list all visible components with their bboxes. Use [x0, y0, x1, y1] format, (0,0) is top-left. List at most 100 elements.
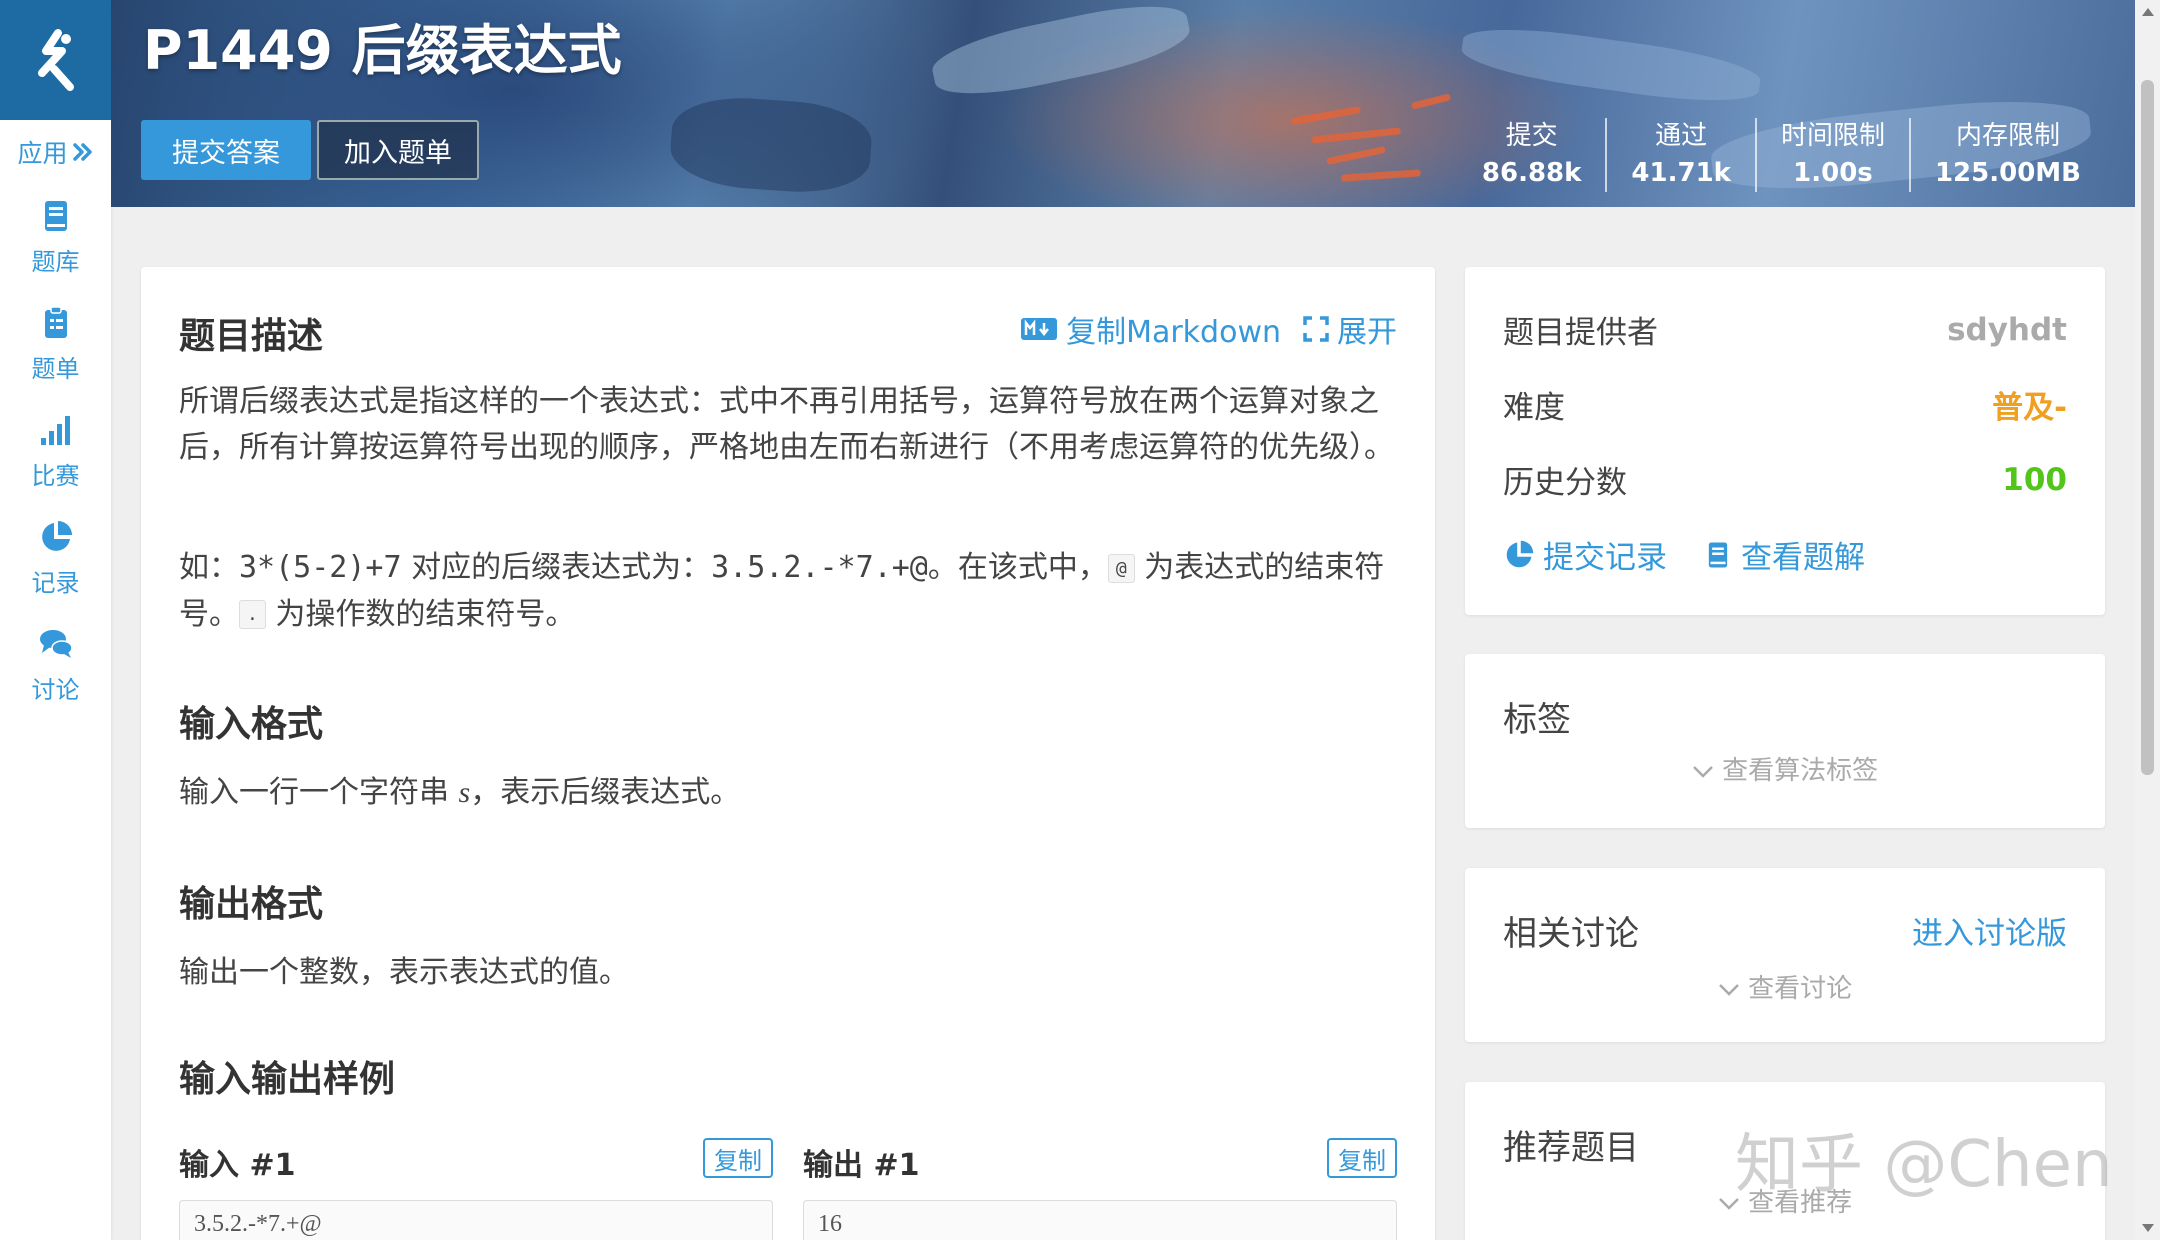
description-paragraph-1: 所谓后缀表达式是指这样的一个表达式：式中不再引用括号，运算符号放在两个运算对象之…	[179, 384, 1394, 465]
double-chevron-right-icon	[72, 143, 92, 161]
score-row: 历史分数 100	[1503, 457, 2067, 502]
toggle-label: 查看算法标签	[1722, 756, 1879, 786]
stat-submissions: 提交 86.88k	[1458, 118, 1606, 192]
sample-output-box[interactable]: 16	[803, 1200, 1397, 1240]
inline-code-at: @	[1107, 553, 1135, 583]
input-format-text: 输入一行一个字符串 s，表示后缀表达式。	[179, 770, 1394, 816]
submission-records-link[interactable]: 提交记录	[1503, 532, 1667, 577]
recommend-title: 推荐题目	[1503, 1128, 1639, 1168]
score-label: 历史分数	[1503, 465, 1627, 501]
page-title: P1449 后缀表达式	[143, 19, 622, 82]
problem-info-card: 题目提供者 sdyhdt 难度 普及- 历史分数 100 提交记录 查看题解	[1465, 267, 2105, 615]
inline-code-dot: .	[239, 600, 266, 629]
apps-label: 应用	[17, 139, 68, 168]
pie-chart-icon	[1506, 540, 1534, 567]
copy-markdown-label: 复制Markdown	[1066, 315, 1281, 350]
nav-problemset[interactable]: 题库	[0, 184, 111, 291]
nav-label: 讨论	[31, 676, 80, 704]
nav-record[interactable]: 记录	[0, 505, 111, 612]
banner-sun-reflection	[1340, 169, 1422, 182]
markdown-icon	[1021, 318, 1058, 340]
scroll-down-arrow[interactable]	[2142, 1224, 2154, 1232]
banner-sun-reflection	[1310, 127, 1402, 144]
tags-title: 标签	[1503, 700, 1571, 740]
problem-content-card: 题目描述 复制Markdown 展开 所谓后缀表达式是指这样的一个表达式：式中不…	[141, 267, 1435, 1240]
chat-bubbles-icon	[39, 630, 73, 658]
text-fragment: 。在该式中，	[927, 550, 1108, 585]
apps-menu[interactable]: 应用	[0, 120, 111, 184]
nav-label: 记录	[31, 569, 80, 597]
output-format-text: 输出一个整数，表示表达式的值。	[179, 955, 629, 990]
discussion-card: 相关讨论 进入讨论版 查看讨论	[1465, 868, 2105, 1042]
stat-accepted: 通过 41.71k	[1605, 118, 1755, 192]
banner-sun-reflection	[1410, 93, 1452, 110]
view-solutions-link[interactable]: 查看题解	[1703, 532, 1865, 577]
view-discussion-toggle[interactable]: 查看讨论	[1465, 968, 2105, 1005]
copy-input-button[interactable]: 复制	[703, 1138, 773, 1178]
scroll-up-arrow[interactable]	[2142, 8, 2154, 16]
clipboard-icon	[44, 306, 67, 338]
luogu-logo-icon	[37, 29, 74, 91]
banner-brush-stroke	[668, 93, 874, 197]
expression-infix: 3*(5-2)+7	[239, 550, 402, 585]
copy-markdown-button[interactable]: 复制Markdown	[1020, 307, 1281, 351]
stat-value: 86.88k	[1481, 158, 1582, 188]
link-label: 查看题解	[1741, 540, 1865, 576]
text-fragment: 如：	[179, 550, 239, 585]
markdown-actions: 复制Markdown 展开	[1020, 307, 1397, 351]
expand-icon	[1303, 316, 1329, 342]
add-to-list-button[interactable]: 加入题单	[317, 120, 479, 180]
page-scrollbar[interactable]	[2135, 0, 2160, 1240]
site-logo[interactable]	[0, 0, 111, 120]
provider-label: 题目提供者	[1503, 315, 1658, 351]
submit-answer-button[interactable]: 提交答案	[141, 120, 311, 180]
nav-contest[interactable]: 比赛	[0, 398, 111, 505]
stat-label: 通过	[1655, 121, 1708, 151]
problem-header-banner: P1449 后缀表达式 提交答案 加入题单 提交 86.88k 通过 41.71…	[111, 0, 2135, 207]
nav-label: 比赛	[31, 462, 80, 490]
book-icon	[1708, 542, 1728, 567]
stat-value: 41.71k	[1631, 158, 1731, 188]
description-heading: 题目描述	[179, 316, 324, 357]
scroll-thumb[interactable]	[2141, 80, 2154, 775]
stat-value: 125.00MB	[1934, 158, 2081, 188]
enter-discussion-link[interactable]: 进入讨论版	[1912, 908, 2067, 953]
bar-chart-icon	[40, 416, 70, 445]
banner-brush-stroke	[1458, 19, 1764, 111]
nav-training[interactable]: 题单	[0, 291, 111, 398]
text-fragment: ，表示后缀表达式。	[470, 775, 741, 810]
provider-value[interactable]: sdyhdt	[1947, 312, 2067, 348]
stat-label: 时间限制	[1780, 121, 1885, 151]
toggle-label: 查看讨论	[1748, 974, 1853, 1004]
chevron-down-icon	[1692, 766, 1713, 778]
text-fragment: 对应的后缀表达式为：	[401, 550, 712, 585]
stat-label: 提交	[1505, 121, 1558, 151]
input-format-heading: 输入格式	[179, 704, 324, 745]
text-fragment: 输入一行一个字符串	[179, 775, 459, 810]
zhihu-watermark: 知乎 @Chen	[1735, 1128, 2113, 1202]
left-sidebar: 应用 题库 题单 比赛 记录 讨论	[0, 0, 111, 1240]
sample-output-label: 输出 #1	[803, 1148, 920, 1183]
output-format-heading: 输出格式	[179, 884, 324, 925]
link-label: 提交记录	[1543, 540, 1667, 576]
banner-sun-reflection	[1325, 145, 1387, 166]
score-value: 100	[2002, 461, 2067, 498]
stat-label: 内存限制	[1955, 121, 2060, 151]
expand-button[interactable]: 展开	[1303, 307, 1397, 351]
sample-input-box[interactable]: 3.5.2.-*7.+@	[179, 1200, 773, 1240]
nav-discuss[interactable]: 讨论	[0, 612, 111, 719]
discussion-title: 相关讨论	[1503, 914, 1639, 954]
math-variable: s	[458, 776, 471, 809]
copy-output-button[interactable]: 复制	[1327, 1138, 1397, 1178]
stat-value: 1.00s	[1793, 158, 1873, 188]
view-tags-toggle[interactable]: 查看算法标签	[1465, 750, 2105, 787]
problem-stats: 提交 86.88k 通过 41.71k 时间限制 1.00s 内存限制 125.…	[1458, 118, 2105, 192]
banner-brush-stroke	[927, 0, 1195, 107]
provider-row: 题目提供者 sdyhdt	[1503, 307, 2067, 352]
expand-label: 展开	[1337, 315, 1397, 350]
nav-label: 题单	[31, 355, 80, 383]
samples-heading: 输入输出样例	[179, 1059, 396, 1100]
tags-card: 标签 查看算法标签	[1465, 654, 2105, 828]
sample-input-label: 输入 #1	[179, 1148, 296, 1183]
difficulty-row: 难度 普及-	[1503, 382, 2067, 427]
